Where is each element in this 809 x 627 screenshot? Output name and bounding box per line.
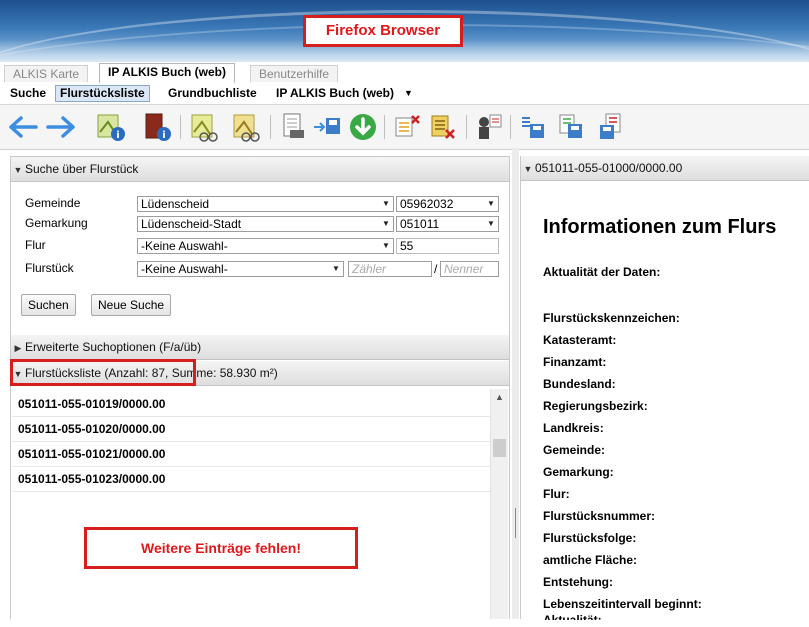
gemeinde-code-select[interactable]: 05962032 ▼ <box>396 196 499 212</box>
svg-text:i: i <box>116 130 119 141</box>
info-label: Regierungsbezirk: <box>543 399 648 413</box>
browser-banner: Firefox Browser <box>0 0 809 62</box>
app-tabs: ALKIS Karte IP ALKIS Buch (web) Benutzer… <box>0 62 809 84</box>
info-label: Aktualität: <box>543 613 602 627</box>
gemarkung-code-select[interactable]: 051011 ▼ <box>396 216 499 232</box>
dropdown-arrow-icon: ▼ <box>382 241 390 250</box>
collapse-triangle-icon: ▼ <box>13 165 23 175</box>
info-label: Flurstücksfolge: <box>543 531 637 545</box>
flurstueck-label: Flurstück <box>25 261 74 275</box>
extended-options-title: Erweiterte Suchoptionen (F/a/üb) <box>25 340 202 354</box>
menu-ip-alkis-buch[interactable]: IP ALKIS Buch (web) <box>272 85 398 102</box>
info-label: Flurstückskennzeichen: <box>543 311 680 325</box>
tab-benutzerhilfe[interactable]: Benutzerhilfe <box>250 65 339 82</box>
gemeinde-select[interactable]: Lüdenscheid ▼ <box>137 196 394 212</box>
panel-splitter[interactable] <box>512 148 519 619</box>
dropdown-arrow-icon: ▼ <box>332 264 340 273</box>
save-list-export-icon[interactable] <box>594 111 628 143</box>
toolbar: i i <box>0 104 809 150</box>
info-label: Finanzamt: <box>543 355 607 369</box>
dropdown-arrow-icon: ▼ <box>382 219 390 228</box>
search-panel-header[interactable]: ▼ Suche über Flurstück <box>11 157 509 182</box>
highlight-box <box>10 359 196 386</box>
gemeinde-label: Gemeinde <box>25 196 81 210</box>
info-label: Landkreis: <box>543 421 604 435</box>
dropdown-arrow-icon: ▼ <box>487 219 495 228</box>
svg-text:i: i <box>162 130 165 141</box>
owner-list-icon[interactable] <box>472 111 506 143</box>
flur-select[interactable]: -Keine Auswahl- ▼ <box>137 238 394 254</box>
back-arrow-icon[interactable] <box>6 111 40 143</box>
menu-grundbuchliste[interactable]: Grundbuchliste <box>164 85 261 102</box>
list-item[interactable]: 051011-055-01021/0000.00 <box>12 442 490 467</box>
parcel-search-alt-icon[interactable] <box>230 111 264 143</box>
gemarkung-label: Gemarkung <box>25 216 88 230</box>
list-item[interactable]: 051011-055-01023/0000.00 <box>12 467 490 492</box>
tab-alkis-karte[interactable]: ALKIS Karte <box>4 65 89 82</box>
info-label: Entstehung: <box>543 575 613 589</box>
parcel-search-icon[interactable] <box>188 111 222 143</box>
right-panel: ▼ 051011-055-01000/0000.00 Informationen … <box>520 156 809 620</box>
list-item[interactable]: 051011-055-01019/0000.00 <box>12 392 490 417</box>
flur-label: Flur <box>25 238 46 252</box>
info-label: Bundesland: <box>543 377 616 391</box>
search-button[interactable]: Suchen <box>21 294 76 316</box>
save-list-alt-icon[interactable] <box>554 111 588 143</box>
search-panel-title: Suche über Flurstück <box>25 162 139 176</box>
clear-list-icon[interactable] <box>426 111 460 143</box>
zaehler-input[interactable]: Zähler <box>348 261 432 277</box>
gemarkung-select[interactable]: Lüdenscheid-Stadt ▼ <box>137 216 394 232</box>
remove-list-icon[interactable] <box>390 111 424 143</box>
info-label: Katasteramt: <box>543 333 617 347</box>
info-label: Flur: <box>543 487 570 501</box>
nenner-input[interactable]: Nenner <box>440 261 499 277</box>
info-label: Lebenszeitintervall beginnt: <box>543 597 702 611</box>
book-info-icon[interactable]: i <box>140 111 174 143</box>
info-panel-header-label: 051011-055-01000/0000.00 <box>535 161 683 175</box>
info-label: Gemarkung: <box>543 465 614 479</box>
tab-ip-alkis-buch[interactable]: IP ALKIS Buch (web) <box>99 63 236 83</box>
chevron-down-icon[interactable]: ▼ <box>400 85 417 102</box>
save-export-icon[interactable] <box>310 111 344 143</box>
collapse-triangle-icon: ▼ <box>523 164 533 174</box>
menu-flurstuecksliste[interactable]: Flurstücksliste <box>55 85 150 102</box>
info-label: Gemeinde: <box>543 443 606 457</box>
document-print-icon[interactable] <box>276 111 310 143</box>
info-label: amtliche Fläche: <box>543 553 638 567</box>
scroll-thumb[interactable] <box>493 439 506 457</box>
scroll-up-icon[interactable]: ▲ <box>491 391 508 403</box>
dropdown-arrow-icon: ▼ <box>487 199 495 208</box>
info-label: Flurstücksnummer: <box>543 509 656 523</box>
info-title: Informationen zum Flurs <box>543 216 777 238</box>
flur-code-field[interactable]: 55 <box>396 238 499 254</box>
expand-triangle-icon: ▶ <box>14 343 22 353</box>
missing-entries-note: Weitere Einträge fehlen! <box>84 527 358 569</box>
browser-label: Firefox Browser <box>303 15 463 47</box>
fraction-separator: / <box>434 262 438 276</box>
info-panel-header[interactable]: ▼ 051011-055-01000/0000.00 <box>521 156 809 181</box>
forward-arrow-icon[interactable] <box>44 111 78 143</box>
list-scrollbar[interactable]: ▲ <box>490 389 508 619</box>
new-search-button[interactable]: Neue Suche <box>91 294 172 316</box>
extended-options-header[interactable]: ▶ Erweiterte Suchoptionen (F/a/üb) <box>11 335 509 360</box>
menu-bar: Suche Flurstücksliste Grundbuchliste IP … <box>0 83 809 104</box>
save-list-icon[interactable] <box>516 111 550 143</box>
dropdown-arrow-icon: ▼ <box>382 199 390 208</box>
flurstueck-select[interactable]: -Keine Auswahl- ▼ <box>137 261 344 277</box>
freshness-label: Aktualität der Daten: <box>543 265 661 279</box>
list-item[interactable]: 051011-055-01020/0000.00 <box>12 417 490 442</box>
parcel-info-icon[interactable]: i <box>94 111 128 143</box>
download-icon[interactable] <box>346 111 380 143</box>
menu-suche[interactable]: Suche <box>6 85 50 102</box>
